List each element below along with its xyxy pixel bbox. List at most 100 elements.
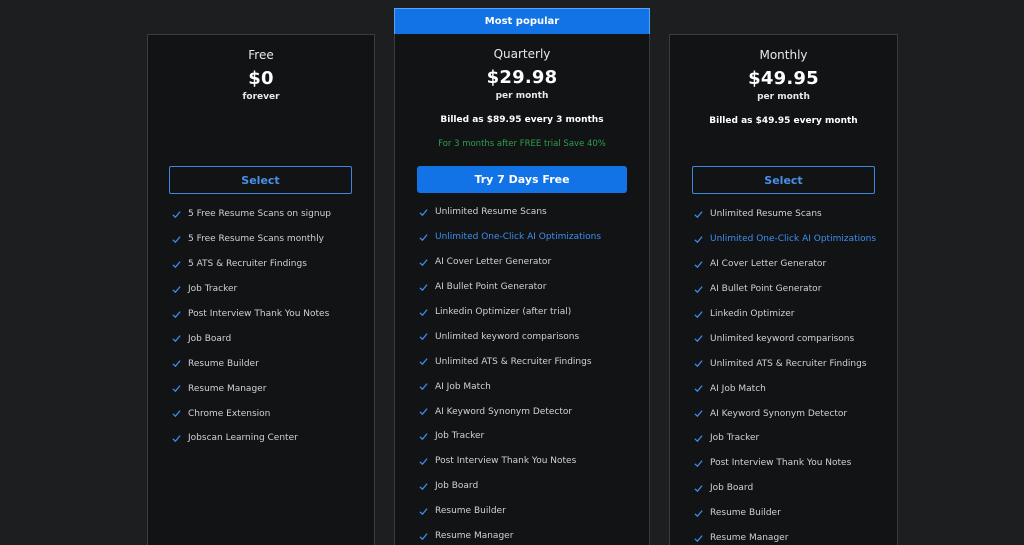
feature-label: Resume Builder: [188, 358, 259, 369]
select-free-button[interactable]: Select: [169, 166, 352, 194]
feature-item: AI Cover Letter Generator: [694, 252, 894, 277]
select-monthly-button[interactable]: Select: [692, 166, 875, 194]
feature-item: Resume Builder: [172, 351, 372, 376]
check-icon: [172, 285, 181, 294]
feature-label: AI Keyword Synonym Detector: [435, 406, 573, 417]
feature-item: Unlimited ATS & Recruiter Findings: [694, 351, 894, 376]
check-icon: [172, 260, 181, 269]
feature-item: Resume Builder: [694, 501, 894, 526]
feature-label: Unlimited One-Click AI Optimizations: [435, 232, 602, 243]
feature-label: 5 Free Resume Scans monthly: [188, 234, 324, 245]
check-icon: [419, 357, 428, 366]
check-icon: [694, 210, 703, 219]
check-icon: [694, 409, 703, 418]
feature-item: Resume Manager: [419, 524, 644, 545]
check-icon: [694, 260, 703, 269]
feature-item: Job Tracker: [694, 426, 894, 451]
plan-price: $49.95: [748, 68, 819, 89]
feature-label: AI Job Match: [435, 381, 491, 392]
check-icon: [694, 359, 703, 368]
feature-item: Unlimited One-Click AI Optimizations: [419, 225, 644, 250]
feature-item: Jobscan Learning Center: [172, 426, 372, 451]
feature-label: Resume Manager: [188, 383, 267, 394]
feature-label: Resume Builder: [435, 506, 506, 517]
check-icon: [172, 384, 181, 393]
feature-item: Unlimited keyword comparisons: [694, 326, 894, 351]
check-icon: [694, 484, 703, 493]
feature-item: AI Job Match: [694, 376, 894, 401]
most-popular-badge: Most popular: [394, 8, 650, 35]
check-icon: [172, 434, 181, 443]
feature-item: Post Interview Thank You Notes: [419, 449, 644, 474]
feature-item: AI Cover Letter Generator: [419, 250, 644, 275]
feature-item: Post Interview Thank You Notes: [694, 451, 894, 476]
feature-label: Resume Manager: [710, 533, 789, 544]
feature-item: Linkedin Optimizer (after trial): [419, 300, 644, 325]
feature-label: Unlimited Resume Scans: [435, 207, 547, 218]
feature-label: AI Cover Letter Generator: [435, 257, 552, 268]
plan-name: Monthly: [759, 48, 808, 62]
feature-item: Unlimited Resume Scans: [419, 200, 644, 225]
check-icon: [419, 308, 428, 317]
check-icon: [419, 532, 428, 541]
check-icon: [419, 457, 428, 466]
feature-label: Unlimited ATS & Recruiter Findings: [710, 358, 867, 369]
feature-item: Job Board: [419, 474, 644, 499]
feature-label: 5 Free Resume Scans on signup: [188, 209, 332, 220]
feature-label: AI Bullet Point Generator: [710, 284, 822, 295]
feature-label: Post Interview Thank You Notes: [710, 458, 852, 469]
feature-label: Job Board: [710, 483, 754, 494]
check-icon: [694, 285, 703, 294]
check-icon: [694, 334, 703, 343]
feature-item: Job Tracker: [172, 277, 372, 302]
check-icon: [694, 434, 703, 443]
feature-item: Unlimited Resume Scans: [694, 202, 894, 227]
plan-period: forever: [242, 92, 280, 102]
feature-list-monthly: Unlimited Resume Scans Unlimited One-Clic…: [694, 202, 894, 545]
feature-label: Unlimited One-Click AI Optimizations: [710, 234, 877, 245]
feature-item: 5 ATS & Recruiter Findings: [172, 252, 372, 277]
feature-item: Unlimited One-Click AI Optimizations: [694, 227, 894, 252]
check-icon: [172, 310, 181, 319]
feature-label: Resume Manager: [435, 531, 514, 542]
feature-item: Resume Manager: [694, 526, 894, 545]
billing-note: Billed as $89.95 every 3 months: [440, 115, 604, 125]
check-icon: [172, 235, 181, 244]
feature-label: Jobscan Learning Center: [188, 433, 298, 444]
feature-label: AI Cover Letter Generator: [710, 259, 827, 270]
feature-label: Job Tracker: [188, 284, 238, 295]
check-icon: [694, 310, 703, 319]
check-icon: [172, 409, 181, 418]
check-icon: [419, 407, 428, 416]
feature-label: Job Tracker: [710, 433, 760, 444]
pricing-page: Free $0 forever Select 5 Free Resume Sca…: [0, 0, 1024, 545]
check-icon: [694, 235, 703, 244]
check-icon: [419, 382, 428, 391]
try-free-button[interactable]: Try 7 Days Free: [417, 166, 627, 193]
feature-item: Chrome Extension: [172, 401, 372, 426]
feature-list-quarterly: Unlimited Resume Scans Unlimited One-Clic…: [419, 200, 644, 545]
check-icon: [419, 432, 428, 441]
check-icon: [419, 283, 428, 292]
feature-item: AI Keyword Synonym Detector: [419, 399, 644, 424]
plan-name: Free: [248, 48, 274, 62]
feature-item: AI Keyword Synonym Detector: [694, 401, 894, 426]
plan-name: Quarterly: [493, 47, 551, 61]
feature-label: Chrome Extension: [188, 408, 271, 419]
feature-label: Job Tracker: [435, 431, 485, 442]
check-icon: [172, 359, 181, 368]
feature-label: Resume Builder: [710, 508, 781, 519]
feature-item: Job Tracker: [419, 424, 644, 449]
feature-item: AI Bullet Point Generator: [694, 277, 894, 302]
feature-item: Resume Builder: [419, 499, 644, 524]
check-icon: [694, 509, 703, 518]
feature-list-free: 5 Free Resume Scans on signup 5 Free Resu…: [172, 202, 372, 451]
feature-item: Unlimited ATS & Recruiter Findings: [419, 349, 644, 374]
feature-label: Linkedin Optimizer (after trial): [435, 307, 572, 317]
feature-item: Job Board: [694, 476, 894, 501]
feature-label: Unlimited keyword comparisons: [710, 333, 855, 344]
feature-label: Unlimited keyword comparisons: [435, 331, 580, 342]
feature-item: Resume Manager: [172, 376, 372, 401]
feature-label: Linkedin Optimizer: [710, 309, 795, 319]
feature-label: AI Bullet Point Generator: [435, 282, 547, 293]
